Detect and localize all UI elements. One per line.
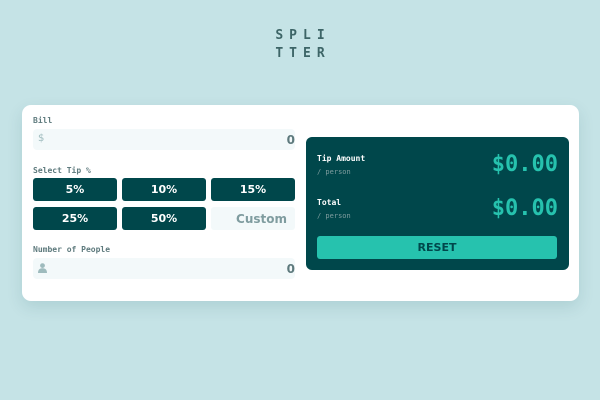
tip-50-button[interactable]: 50% (122, 207, 206, 230)
people-label: Number of People (33, 245, 111, 254)
total-label: Total (317, 198, 342, 207)
bill-input[interactable] (65, 129, 295, 150)
calculator-card: Bill $ Select Tip % 5% 10% 15% 25% 50% N… (22, 105, 579, 301)
input-section: Bill $ Select Tip % 5% 10% 15% 25% 50% N… (33, 105, 295, 301)
tip-options: 5% 10% 15% 25% 50% (33, 178, 295, 230)
people-field[interactable] (33, 258, 295, 279)
total-value: $0.00 (491, 196, 558, 221)
tip-amount-per-person: / person (317, 168, 351, 176)
select-tip-label: Select Tip % (33, 166, 91, 175)
logo-line-2: TTER (275, 46, 331, 61)
bill-label: Bill (33, 116, 53, 125)
person-icon-svg (38, 263, 47, 273)
custom-tip-input[interactable] (211, 207, 295, 230)
dollar-icon: $ (38, 133, 45, 144)
people-input[interactable] (65, 258, 295, 279)
tip-10-button[interactable]: 10% (122, 178, 206, 201)
logo-line-1: SPLI (275, 28, 331, 43)
total-per-person: / person (317, 212, 351, 220)
result-panel: Tip Amount / person $0.00 Total / person… (306, 137, 569, 270)
tip-25-button[interactable]: 25% (33, 207, 117, 230)
app-logo: SPLI TTER (0, 27, 600, 63)
reset-button[interactable]: RESET (317, 236, 557, 259)
tip-5-button[interactable]: 5% (33, 178, 117, 201)
bill-field[interactable]: $ (33, 129, 295, 150)
tip-15-button[interactable]: 15% (211, 178, 295, 201)
tip-amount-label: Tip Amount (317, 154, 366, 163)
tip-amount-value: $0.00 (491, 152, 558, 177)
person-icon (38, 263, 47, 276)
